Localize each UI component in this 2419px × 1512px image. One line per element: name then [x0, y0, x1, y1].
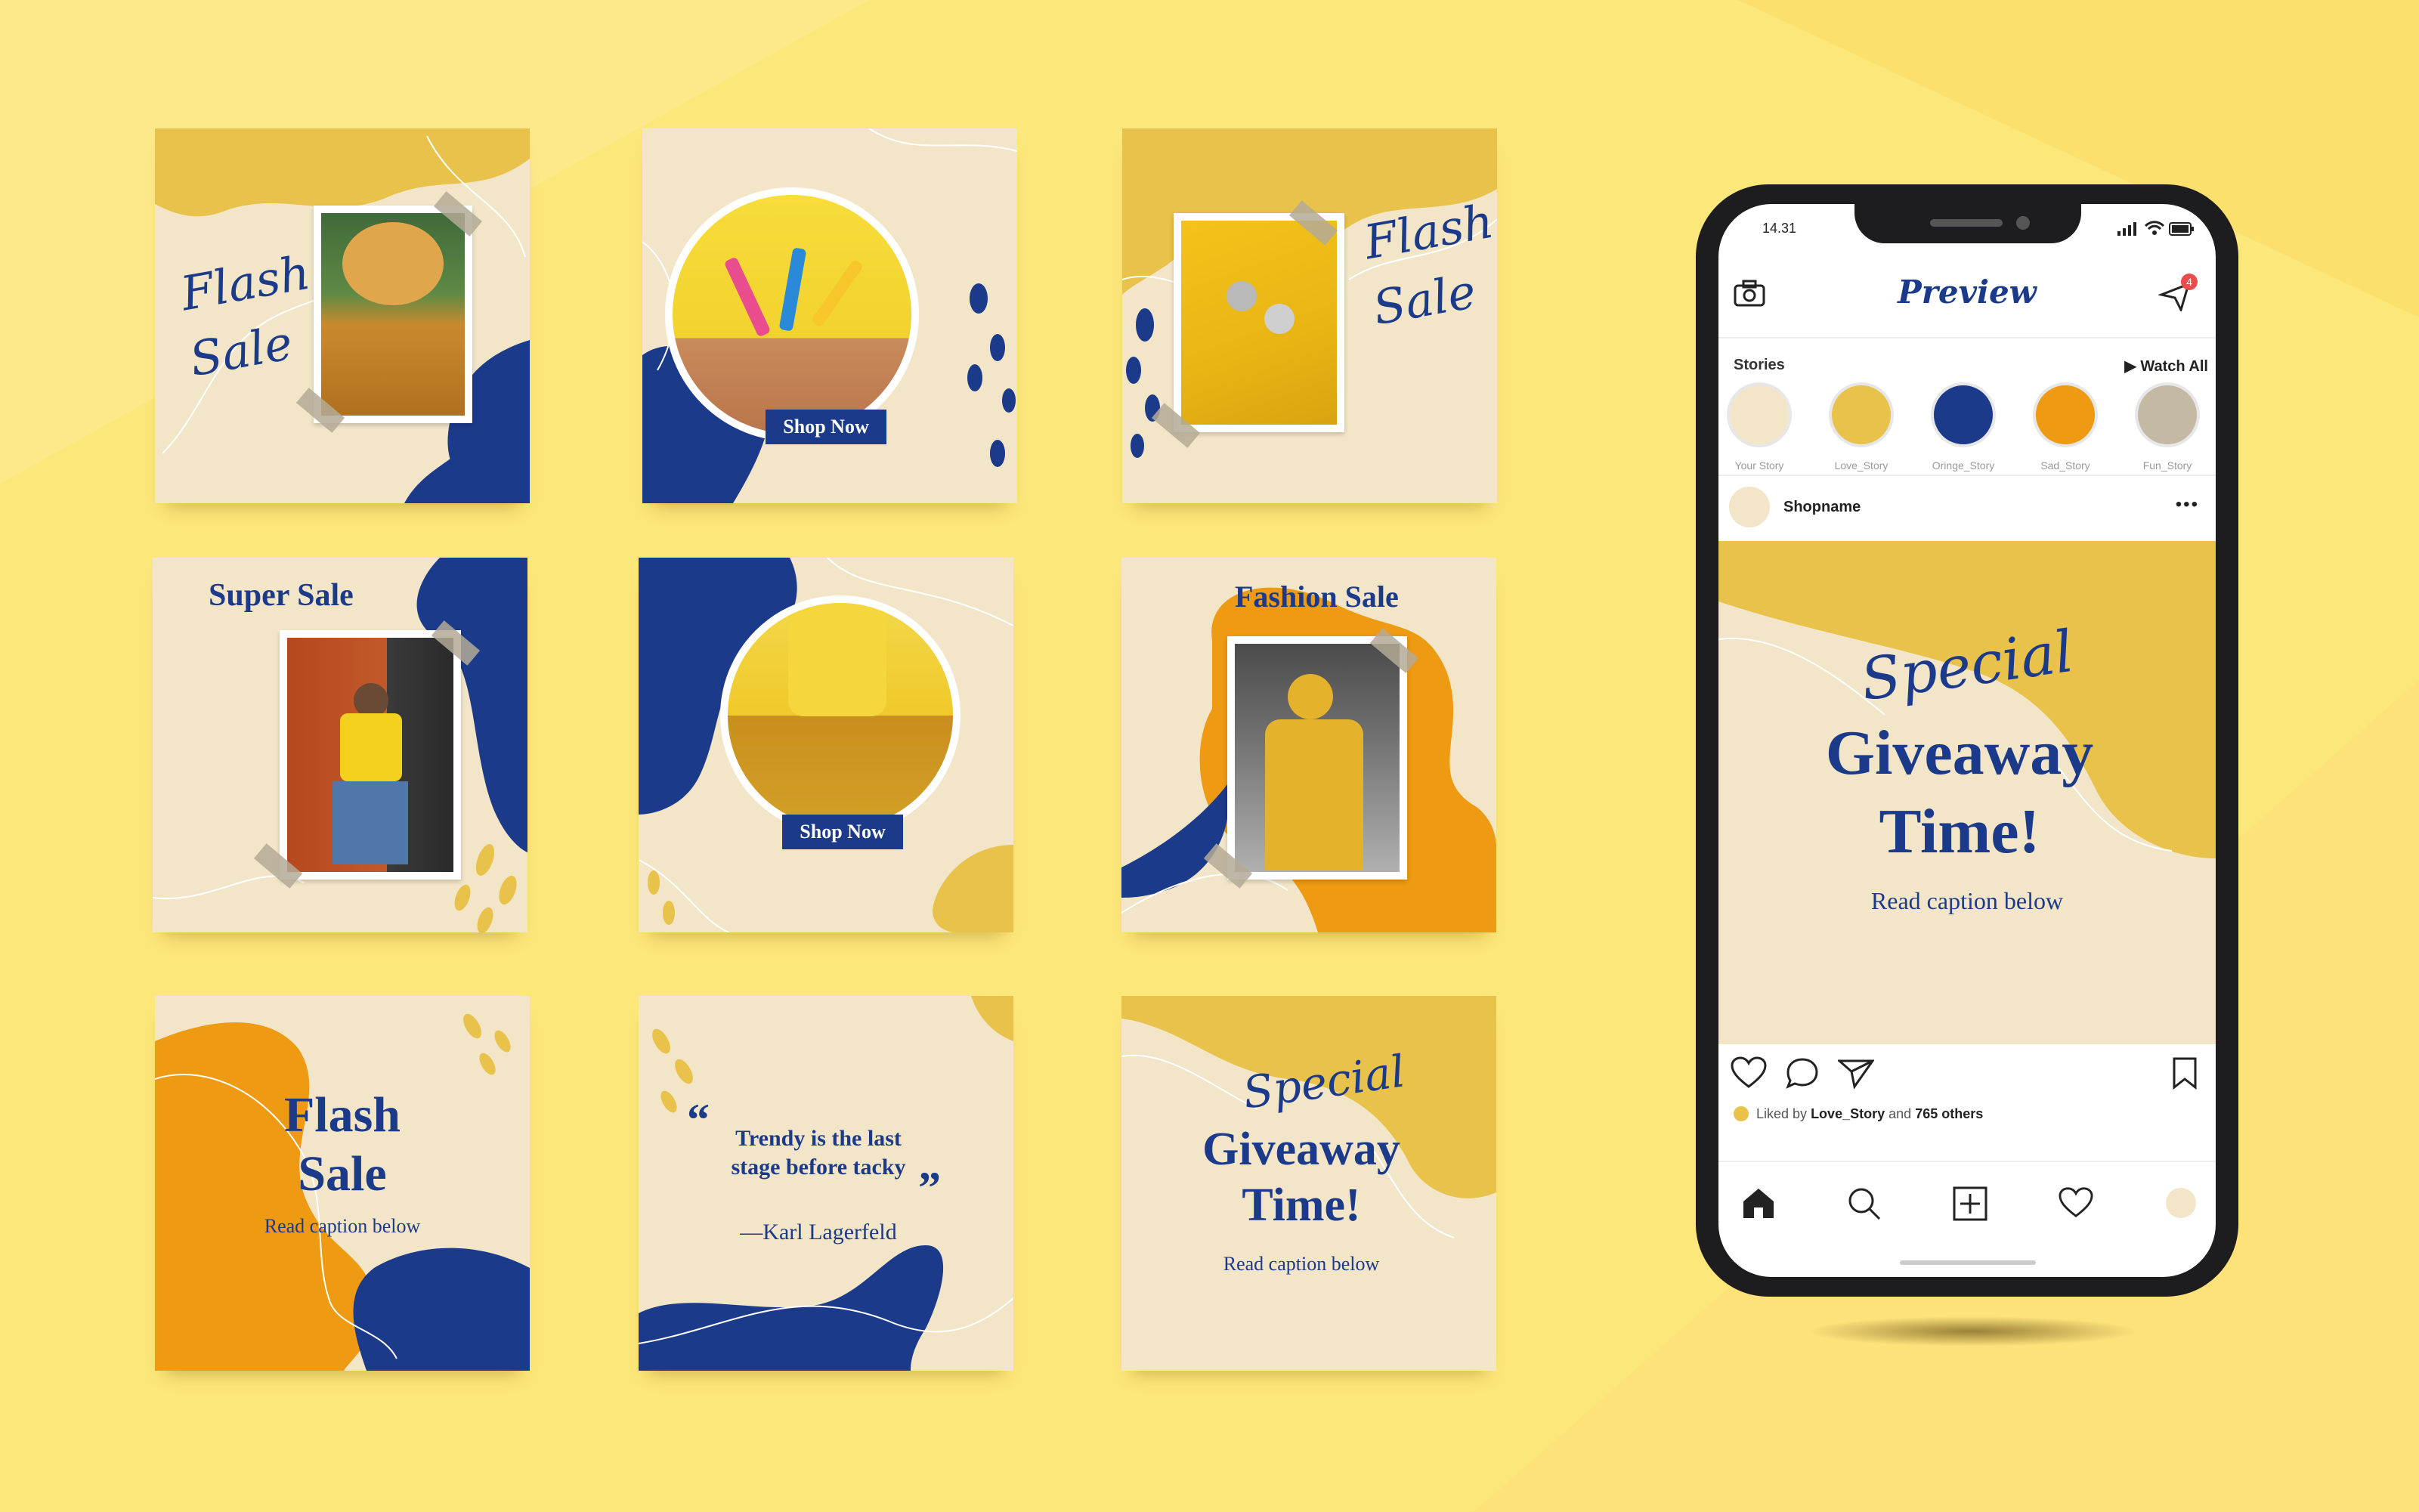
story-avatar	[1829, 382, 1894, 447]
post-heading: Time!	[1879, 796, 2040, 867]
likes-prefix: Liked by	[1756, 1106, 1808, 1121]
watch-all-link[interactable]: ▶ Watch All	[2124, 357, 2208, 376]
likes-middle: and	[1888, 1106, 1912, 1121]
quote-text: stage before tacky	[731, 1155, 906, 1180]
post-tile-flash-sale-script[interactable]: Flash Sale	[155, 128, 530, 503]
photo-frame	[314, 206, 472, 423]
quote-text: Trendy is the last	[735, 1126, 902, 1151]
battery-icon	[2169, 222, 2194, 236]
shop-now-button[interactable]: Shop Now	[766, 410, 886, 444]
phone-shadow	[1806, 1316, 2139, 1347]
photo-man-yellow-jacket	[321, 213, 465, 416]
photo-man-yellow-shirt	[287, 638, 453, 872]
story-avatar	[2135, 382, 2200, 447]
tile-caption: Read caption below	[1223, 1253, 1380, 1275]
story-avatar	[2033, 382, 2098, 447]
photo-yellow-sweater-accessories	[1181, 221, 1337, 425]
phone-mockup: 14.31 Preview 4 Stories ▶ Watch All Your…	[1696, 184, 2238, 1297]
app-title: Preview	[1898, 274, 2037, 311]
signal-icon	[2117, 222, 2136, 236]
status-time: 14.31	[1762, 221, 1797, 236]
stories-divider	[1718, 475, 2216, 476]
story-sad-story[interactable]: Sad_Story	[2031, 382, 2100, 472]
story-love-story[interactable]: Love_Story	[1827, 382, 1896, 472]
comment-icon[interactable]	[1785, 1056, 1820, 1090]
photo-circle-pens	[665, 187, 919, 441]
story-avatar	[1931, 382, 1996, 447]
tile-heading: Sale	[298, 1146, 387, 1201]
post-account-avatar[interactable]	[1729, 487, 1770, 527]
share-icon[interactable]	[1838, 1056, 1874, 1090]
likes-user[interactable]: Love_Story	[1811, 1106, 1885, 1121]
story-oringe-story[interactable]: Oringe_Story	[1929, 382, 1998, 472]
shop-now-button[interactable]: Shop Now	[782, 815, 903, 849]
tile-heading: Giveaway	[1202, 1124, 1400, 1175]
post-tile-flash-sale-text[interactable]: Flash Sale Read caption below	[155, 996, 530, 1371]
photo-frame	[1174, 213, 1344, 432]
quote-author: —Karl Lagerfeld	[740, 1220, 897, 1245]
story-your-story[interactable]: Your Story	[1725, 382, 1794, 472]
heart-icon[interactable]	[1731, 1056, 1767, 1090]
liked-by-avatar	[1734, 1106, 1749, 1121]
story-fun-story[interactable]: Fun_Story	[2133, 382, 2202, 472]
photo-frame	[280, 630, 461, 880]
post-tile-shop-now-pens[interactable]: Shop Now	[642, 128, 1017, 503]
story-avatar	[1727, 382, 1792, 447]
tile-heading: Time!	[1242, 1180, 1361, 1231]
search-icon[interactable]	[1847, 1186, 1882, 1221]
phone-notch	[1854, 204, 2081, 243]
phone-screen: 14.31 Preview 4 Stories ▶ Watch All Your…	[1718, 204, 2216, 1277]
more-options-icon[interactable]: •••	[2176, 494, 2199, 515]
post-tile-shop-now-kid[interactable]: Shop Now	[639, 558, 1013, 932]
photo-man-yellow-hoodie	[1235, 644, 1400, 872]
bookmark-icon[interactable]	[2172, 1056, 2198, 1090]
close-quote-mark: ”	[918, 1163, 941, 1213]
tile-heading: Fashion Sale	[1235, 580, 1399, 614]
post-caption: Read caption below	[1870, 887, 2064, 914]
story-label: Your Story	[1734, 459, 1784, 472]
post-image[interactable]: Special Giveaway Time! Read caption belo…	[1718, 541, 2216, 1044]
photo-frame	[1227, 636, 1407, 880]
stories-label: Stories	[1734, 357, 1785, 373]
story-label: Love_Story	[1834, 459, 1888, 472]
wifi-icon	[2145, 221, 2164, 235]
post-heading: Giveaway	[1825, 718, 2094, 788]
post-account-name[interactable]: Shopname	[1783, 499, 1861, 516]
post-tile-flash-sale-yellow-sweater[interactable]: Flash Sale	[1122, 128, 1497, 503]
story-label: Sad_Story	[2040, 459, 2090, 472]
home-icon[interactable]	[1741, 1186, 1776, 1220]
notification-badge: 4	[2181, 274, 2198, 290]
tile-heading: Flash	[283, 1087, 401, 1143]
tile-heading: Super Sale	[209, 578, 354, 613]
nav-divider	[1718, 1161, 2216, 1162]
likes-text: Liked by Love_Story and 765 others	[1756, 1106, 1983, 1122]
post-tile-super-sale[interactable]: Super Sale	[153, 558, 527, 932]
post-tile-special-giveaway[interactable]: Special Giveaway Time! Read caption belo…	[1121, 996, 1496, 1371]
story-label: Fun_Story	[2142, 459, 2192, 472]
activity-heart-icon[interactable]	[2059, 1186, 2093, 1220]
likes-count[interactable]: 765 others	[1915, 1106, 1983, 1121]
profile-avatar[interactable]	[2166, 1188, 2196, 1218]
post-tile-fashion-sale[interactable]: Fashion Sale	[1121, 558, 1496, 932]
tile-caption: Read caption below	[264, 1215, 421, 1237]
add-post-icon[interactable]	[1953, 1186, 1987, 1221]
post-tile-quote[interactable]: “ Trendy is the last stage before tacky …	[639, 996, 1013, 1371]
header-divider	[1718, 337, 2216, 339]
story-label: Oringe_Story	[1932, 459, 1995, 472]
home-indicator	[1900, 1260, 2036, 1265]
photo-circle-kid-yellow	[720, 595, 960, 836]
